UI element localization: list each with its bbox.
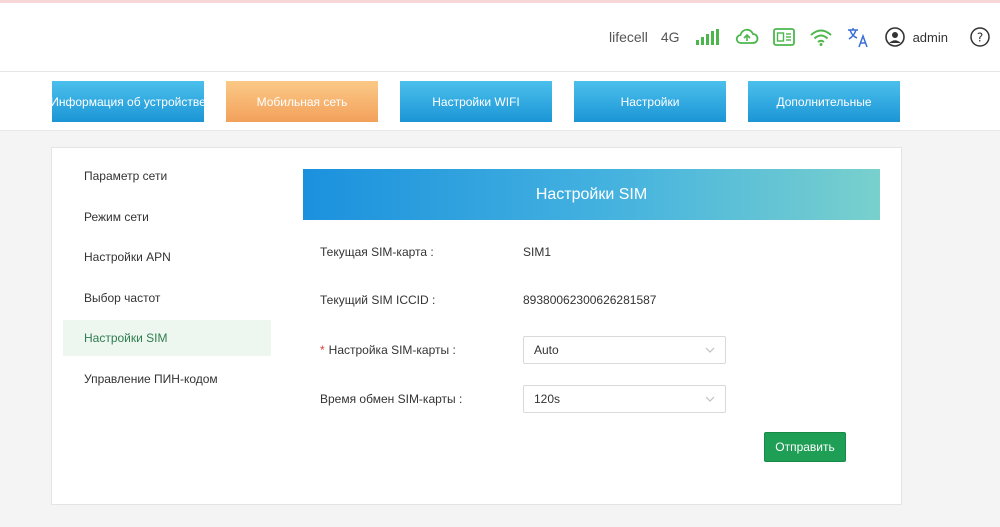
current-iccid-row: Текущий SIM ICCID : 89380062300626281587 xyxy=(320,285,656,315)
sim-setting-value: Auto xyxy=(534,343,559,357)
sim-setting-select[interactable]: Auto xyxy=(523,336,726,364)
sim-setting-label-wrap: * Настройка SIM-карты : xyxy=(320,343,523,357)
switch-time-row: Время обмен SIM-карты : 120s xyxy=(320,384,726,414)
sidebar-item-pin-management[interactable]: Управление ПИН-кодом xyxy=(63,361,271,397)
main-nav: Информация об устройстве Мобильная сеть … xyxy=(0,72,1000,131)
page-title: Настройки SIM xyxy=(303,169,880,220)
content-panel: Параметр сети Режим сети Настройки APN В… xyxy=(51,147,902,505)
chevron-down-icon xyxy=(705,396,715,402)
current-sim-label: Текущая SIM-карта : xyxy=(320,245,434,259)
sidebar-item-apn-settings[interactable]: Настройки APN xyxy=(63,239,271,275)
sidebar-menu: Параметр сети Режим сети Настройки APN В… xyxy=(63,158,271,402)
sidebar-item-band-selection[interactable]: Выбор частот xyxy=(63,280,271,316)
current-sim-value: SIM1 xyxy=(523,245,552,259)
network-type: 4G xyxy=(660,29,680,45)
required-mark: * xyxy=(320,343,325,357)
current-sim-row: Текущая SIM-карта : SIM1 xyxy=(320,237,551,267)
signal-icon xyxy=(695,29,719,45)
current-iccid-value: 89380062300626281587 xyxy=(523,293,657,307)
sim-setting-label: Настройка SIM-карты : xyxy=(328,343,456,357)
sidebar-item-network-parameters[interactable]: Параметр сети xyxy=(63,158,271,194)
tab-settings[interactable]: Настройки xyxy=(574,81,726,122)
status-bar: lifecell 4G admin ? xyxy=(609,3,1000,71)
switch-time-label: Время обмен SIM-карты : xyxy=(320,392,463,406)
carrier-name: lifecell xyxy=(608,29,648,45)
sidebar-item-network-mode[interactable]: Режим сети xyxy=(63,199,271,235)
user-menu[interactable]: admin xyxy=(881,25,948,49)
translate-icon[interactable] xyxy=(844,25,872,49)
help-icon[interactable]: ? xyxy=(966,25,994,49)
tab-advanced[interactable]: Дополнительные xyxy=(748,81,900,122)
chevron-down-icon xyxy=(705,347,715,353)
switch-time-value: 120s xyxy=(534,392,561,406)
sim-card-icon[interactable] xyxy=(770,25,798,49)
tab-device-info[interactable]: Информация об устройстве xyxy=(50,81,206,122)
switch-time-select[interactable]: 120s xyxy=(523,385,726,413)
username: admin xyxy=(912,29,948,45)
tab-mobile-network[interactable]: Мобильная сеть xyxy=(226,81,378,122)
tab-wifi-settings[interactable]: Настройки WIFI xyxy=(400,81,552,122)
submit-button[interactable]: Отправить xyxy=(764,432,846,462)
sidebar-item-sim-settings[interactable]: Настройки SIM xyxy=(63,320,271,357)
sim-setting-row: * Настройка SIM-карты : Auto xyxy=(320,335,726,365)
current-iccid-label: Текущий SIM ICCID : xyxy=(320,293,436,307)
header: lifecell 4G admin ? xyxy=(0,3,1000,72)
wifi-icon[interactable] xyxy=(807,25,835,49)
cloud-sync-icon[interactable] xyxy=(733,25,761,49)
user-icon xyxy=(881,25,909,49)
svg-text:?: ? xyxy=(977,31,983,45)
